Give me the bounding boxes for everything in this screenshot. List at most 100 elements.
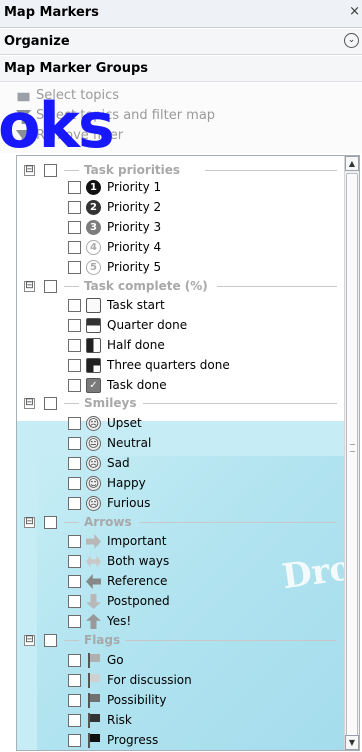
group-name: Task complete (%) [84,279,208,293]
priority-3-icon: 3 [86,220,101,235]
marker-item-reference[interactable]: Reference [17,573,345,590]
group-checkbox[interactable] [44,397,57,410]
group-task-priorities: ⊟ Task priorities [17,162,345,179]
marker-checkbox[interactable] [68,201,81,214]
scroll-thumb[interactable] [346,173,358,738]
organize-section-header[interactable]: Organize ⌄ [0,29,362,55]
marker-item-furious[interactable]: ☹ Furious [17,495,345,512]
marker-checkbox[interactable] [68,595,81,608]
flag-icon [86,693,101,708]
collapse-icon[interactable]: ⊟ [24,635,35,646]
marker-checkbox[interactable] [68,694,81,707]
marker-label: Upset [107,416,142,430]
marker-item-half-done[interactable]: Half done [17,337,345,354]
vertical-scrollbar[interactable]: ▲ ▼ [344,156,359,750]
group-checkbox[interactable] [44,280,57,293]
marker-item-happy[interactable]: ☺ Happy [17,475,345,492]
marker-checkbox[interactable] [68,535,81,548]
group-flags: ⊟ Flags [17,632,345,649]
title-bar: Map Markers × [0,0,362,28]
marker-label: Furious [107,496,151,510]
marker-checkbox[interactable] [68,339,81,352]
priority-1-icon: 1 [86,180,101,195]
collapse-icon[interactable]: ⊟ [24,165,35,176]
marker-item-priority-3[interactable]: 3 Priority 3 [17,219,345,236]
marker-item-priority-4[interactable]: 4 Priority 4 [17,239,345,256]
marker-checkbox[interactable] [68,261,81,274]
marker-checkbox[interactable] [68,615,81,628]
chevron-down-icon[interactable]: ⌄ [344,33,359,48]
marker-label: Go [107,653,124,667]
marker-checkbox[interactable] [68,319,81,332]
marker-item-possibility[interactable]: Possibility [17,692,345,709]
watermark-logo: oks [0,89,115,162]
marker-checkbox[interactable] [68,457,81,470]
group-name: Arrows [84,515,132,529]
marker-item-task-done[interactable]: ✓ Task done [17,377,345,394]
grip-icon [350,444,355,452]
marker-item-neutral[interactable]: 😐 Neutral [17,435,345,452]
collapse-icon[interactable]: ⊟ [24,281,35,292]
marker-item-both-ways[interactable]: Both ways [17,553,345,570]
marker-checkbox[interactable] [68,417,81,430]
group-checkbox[interactable] [44,164,57,177]
marker-checkbox[interactable] [68,437,81,450]
marker-checkbox[interactable] [68,674,81,687]
marker-checkbox[interactable] [68,714,81,727]
marker-label: Priority 1 [107,180,162,194]
marker-item-progress[interactable]: Progress [17,732,345,749]
marker-label: Half done [107,338,165,352]
marker-checkbox[interactable] [68,379,81,392]
map-marker-groups-header[interactable]: Map Marker Groups [0,56,362,82]
marker-checkbox[interactable] [68,654,81,667]
group-checkbox[interactable] [44,516,57,529]
quarter-done-icon [86,318,101,333]
group-checkbox[interactable] [44,634,57,647]
marker-checkbox[interactable] [68,181,81,194]
marker-item-priority-1[interactable]: 1 Priority 1 [17,179,345,196]
marker-item-risk[interactable]: Risk [17,712,345,729]
divider [139,522,337,523]
marker-item-important[interactable]: Important [17,533,345,550]
marker-item-upset[interactable]: ☹ Upset [17,415,345,432]
scroll-up-icon[interactable]: ▲ [345,156,359,171]
divider [205,170,337,171]
marker-item-priority-2[interactable]: 2 Priority 2 [17,199,345,216]
marker-checkbox[interactable] [68,497,81,510]
scroll-down-icon[interactable]: ▼ [345,735,359,750]
marker-checkbox[interactable] [68,299,81,312]
marker-item-postponed[interactable]: Postponed [17,593,345,610]
three-quarters-done-icon [86,358,101,373]
divider [64,522,79,523]
arrow-down-icon [86,594,101,609]
marker-item-for-discussion[interactable]: For discussion [17,672,345,689]
arrow-right-icon [86,534,101,549]
marker-checkbox[interactable] [68,575,81,588]
marker-item-go[interactable]: Go [17,652,345,669]
marker-item-yes[interactable]: Yes! [17,613,345,630]
marker-label: Task done [107,378,167,392]
marker-checkbox[interactable] [68,555,81,568]
marker-item-quarter-done[interactable]: Quarter done [17,317,345,334]
marker-label: Quarter done [107,318,188,332]
marker-checkbox[interactable] [68,477,81,490]
flag-icon [86,733,101,748]
marker-item-priority-5[interactable]: 5 Priority 5 [17,259,345,276]
marker-label: Task start [107,298,165,312]
marker-checkbox[interactable] [68,734,81,747]
marker-item-sad[interactable]: ☹ Sad [17,455,345,472]
priority-2-icon: 2 [86,200,101,215]
marker-checkbox[interactable] [68,221,81,234]
marker-label: Priority 4 [107,240,162,254]
close-icon[interactable]: × [349,4,360,19]
marker-checkbox[interactable] [68,359,81,372]
marker-label: Risk [107,713,132,727]
collapse-icon[interactable]: ⊟ [24,398,35,409]
neutral-smiley-icon: 😐 [86,436,101,451]
marker-item-task-start[interactable]: Task start [17,297,345,314]
task-start-icon [86,298,101,313]
collapse-icon[interactable]: ⊟ [24,517,35,528]
marker-item-three-quarters-done[interactable]: Three quarters done [17,357,345,374]
marker-label: Postponed [107,594,170,608]
marker-checkbox[interactable] [68,241,81,254]
